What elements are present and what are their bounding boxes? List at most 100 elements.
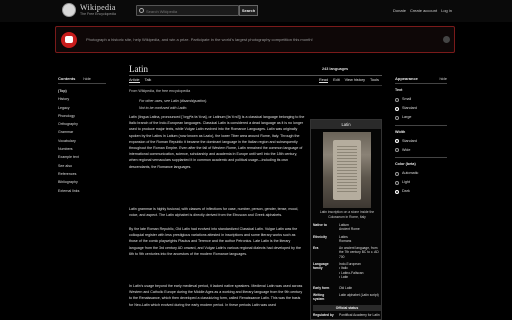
radio-label: Dark <box>402 189 410 194</box>
site-sub: From Wikipedia, the free encyclopedia <box>129 89 191 93</box>
toc-hide-button[interactable]: hide <box>83 76 91 81</box>
search-input[interactable] <box>146 7 236 15</box>
logo-wordmark[interactable]: Wikipedia <box>80 3 116 12</box>
infobox-key: Native to <box>313 223 327 227</box>
toc-item-orthography[interactable]: Orthography <box>58 120 106 128</box>
lead-paragraph: Latin (lingua Latina, pronounced [ˈlɪŋɡʷ… <box>129 115 305 169</box>
width-label: Width <box>395 129 406 134</box>
wiki-loves-monuments-icon <box>61 32 77 48</box>
radio-text-standard[interactable]: Standard <box>395 104 447 113</box>
infobox-value[interactable]: Indo-European • Italic • Latino-Faliscan… <box>339 262 381 280</box>
divider <box>395 83 447 84</box>
grammar-paragraph: Latin grammar is highly fusional, with c… <box>129 207 299 218</box>
infobox: Latin Latin inscription on a stone insid… <box>310 119 382 320</box>
radio-label: Automatic <box>402 171 419 176</box>
stone-tablet-image <box>333 140 361 200</box>
site-header: Wikipedia The Free Encyclopedia Search D… <box>0 0 512 22</box>
close-icon[interactable] <box>443 36 450 43</box>
radio-label: Large <box>402 115 412 120</box>
toc-item-vocabulary[interactable]: Vocabulary <box>58 137 106 145</box>
divider <box>395 157 447 159</box>
infobox-value[interactable]: Latin alphabet (Latin script) <box>339 293 381 297</box>
wikipedia-logo-icon[interactable] <box>62 3 76 17</box>
hatnote-disambiguation[interactable]: For other uses, see Latin (disambiguatio… <box>139 99 207 103</box>
campaign-banner[interactable]: Photograph a historic site, help Wikiped… <box>55 26 455 53</box>
tab-edit[interactable]: Edit <box>333 78 340 83</box>
infobox-key: Era <box>313 246 319 250</box>
radio-color-dark[interactable]: Dark <box>395 187 447 196</box>
hatnote-ladin[interactable]: Not to be confused with Ladin. <box>139 106 187 110</box>
infobox-value[interactable]: Pontifical Academy for Latin <box>339 313 381 317</box>
appearance-panel: Appearance hide Text Small Standard Larg… <box>395 76 447 197</box>
radio-label: Standard <box>402 106 417 111</box>
tab-read[interactable]: Read <box>319 78 329 83</box>
search-button[interactable]: Search <box>239 5 258 16</box>
infobox-value[interactable]: Latium Ancient Rome <box>339 223 381 232</box>
namespace-tabs: Article Talk <box>129 78 151 83</box>
radio-label: Standard <box>402 138 417 143</box>
divider <box>58 83 106 84</box>
tab-tools[interactable]: Tools <box>370 78 379 83</box>
search-icon <box>139 8 144 13</box>
radio-icon[interactable] <box>395 171 399 176</box>
toc-item-legacy[interactable]: Legacy <box>58 104 106 112</box>
logo-tagline: The Free Encyclopedia <box>80 12 116 16</box>
toc-item-numbers[interactable]: Numbers <box>58 145 106 153</box>
log-in-link[interactable]: Log in <box>441 8 452 13</box>
infobox-title: Latin <box>311 120 381 129</box>
infobox-key: Writing system <box>313 293 325 302</box>
infobox-key: Language family <box>313 262 329 271</box>
tab-view-history[interactable]: View history <box>345 78 365 83</box>
radio-selected-icon[interactable] <box>395 106 399 111</box>
inscription-image[interactable] <box>323 132 371 208</box>
view-tabs: Read Edit View history Tools <box>319 78 379 83</box>
radio-label: Light <box>402 180 410 185</box>
radio-icon[interactable] <box>395 97 399 102</box>
banner-text[interactable]: Photograph a historic site, help Wikiped… <box>86 37 313 42</box>
radio-width-standard[interactable]: Standard <box>395 137 447 146</box>
infobox-value[interactable]: Old Latin <box>339 286 381 290</box>
radio-selected-icon[interactable] <box>395 139 399 144</box>
toc-item-external-links[interactable]: External links <box>58 187 106 195</box>
toc-item-see-also[interactable]: See also <box>58 162 106 170</box>
toc-item-top[interactable]: (Top) <box>58 87 106 95</box>
infobox-value: An ancient language, from the 7th centur… <box>339 246 379 259</box>
user-links: Donate Create account Log in <box>393 8 452 13</box>
toc-item-phonology[interactable]: Phonology <box>58 112 106 120</box>
infobox-key: Regulated by <box>313 313 334 317</box>
radio-width-wide[interactable]: Wide <box>395 146 447 155</box>
table-of-contents: Contents hide (Top) History Legacy Phono… <box>58 76 106 195</box>
infobox-section-header: Official status <box>313 305 381 311</box>
medieval-paragraph: In Latin's usage beyond the early mediev… <box>129 284 303 307</box>
toc-item-history[interactable]: History <box>58 95 106 103</box>
radio-icon[interactable] <box>395 180 399 185</box>
toc-item-example-text[interactable]: Example text <box>58 153 106 161</box>
page-title: Latin <box>129 64 148 74</box>
tab-article[interactable]: Article <box>129 78 140 83</box>
search-box[interactable] <box>136 5 239 16</box>
radio-text-large[interactable]: Large <box>395 113 447 122</box>
divider <box>129 75 382 76</box>
toc-item-bibliography[interactable]: Bibliography <box>58 178 106 186</box>
donate-link[interactable]: Donate <box>393 8 406 13</box>
toc-item-references[interactable]: References <box>58 170 106 178</box>
radio-color-light[interactable]: Light <box>395 178 447 187</box>
radio-icon[interactable] <box>395 116 399 120</box>
appearance-title: Appearance <box>395 76 418 81</box>
create-account-link[interactable]: Create account <box>410 8 437 13</box>
radio-label: Wide <box>402 147 411 152</box>
radio-color-automatic[interactable]: Automatic <box>395 169 447 178</box>
infobox-key: Ethnicity <box>313 235 327 239</box>
infobox-value[interactable]: Latins Romans <box>339 235 381 244</box>
language-selector[interactable]: 243 languages <box>322 67 348 71</box>
radio-text-small[interactable]: Small <box>395 95 447 104</box>
divider <box>129 85 382 86</box>
appearance-hide-button[interactable]: hide <box>439 76 447 81</box>
infobox-caption: Latin inscription on a stone inside the … <box>319 210 375 219</box>
toc-title: Contents <box>58 76 76 81</box>
tab-talk[interactable]: Talk <box>145 78 152 83</box>
toc-item-grammar[interactable]: Grammar <box>58 128 106 136</box>
radio-icon[interactable] <box>395 148 399 153</box>
radio-selected-icon[interactable] <box>395 190 399 195</box>
infobox-key: Early form <box>313 286 330 290</box>
